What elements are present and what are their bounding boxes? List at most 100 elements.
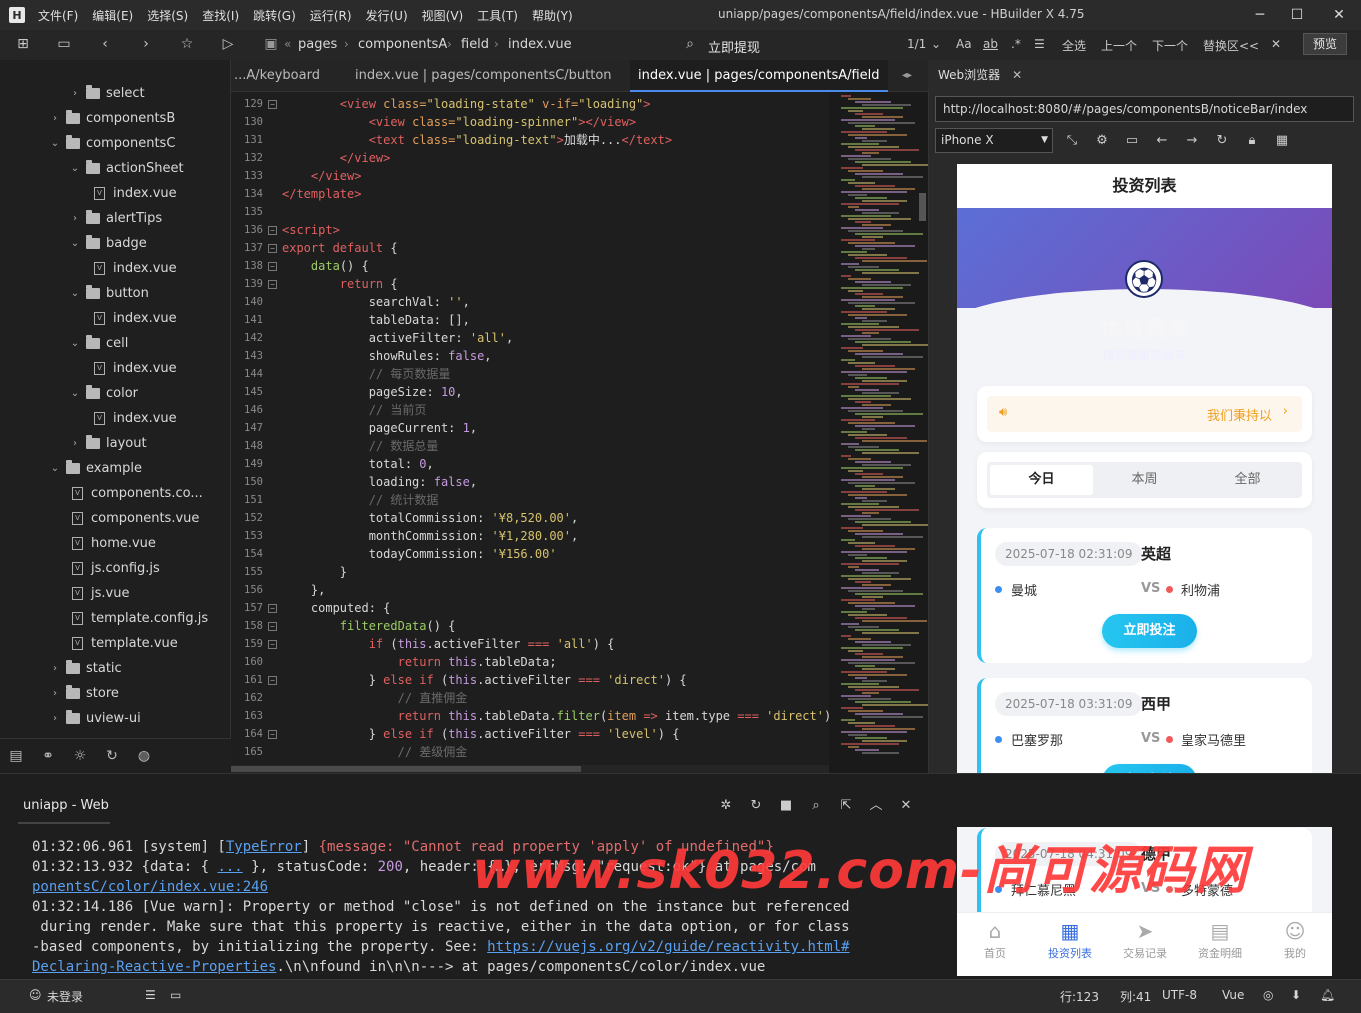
fold-icon[interactable]: − (268, 244, 277, 253)
search-icon[interactable]: ◎ (1263, 988, 1273, 1002)
tree-folder[interactable]: ⌄ actionSheet (68, 156, 184, 181)
editor-tab[interactable]: index.vue | pages/componentsC/button (347, 60, 620, 92)
star-icon[interactable]: ☆ (178, 35, 196, 53)
vertical-scrollbar-thumb[interactable] (919, 193, 926, 221)
tabbar-item[interactable]: ⌂ 首页 (965, 919, 1025, 961)
bug-icon[interactable]: ✲ (717, 797, 735, 815)
tree-folder[interactable]: ⌄ color (68, 381, 138, 406)
user-icon[interactable]: ☺ (29, 988, 42, 1002)
tree-file[interactable]: Vhome.vue (68, 531, 156, 556)
bell-icon[interactable]: 🔔︎ (1320, 988, 1335, 1002)
chevron-down-icon[interactable]: ⌄ (68, 238, 82, 249)
fold-icon[interactable]: − (268, 226, 277, 235)
breadcrumb-item[interactable]: componentsA (358, 37, 447, 52)
chevron-right-icon[interactable]: › (68, 88, 82, 99)
forward-icon[interactable]: → (1183, 132, 1201, 150)
chevron-down-icon[interactable]: ⌄ (68, 288, 82, 299)
tabbar-item[interactable]: ➤ 交易记录 (1115, 919, 1175, 961)
new-file-icon[interactable]: ⊞ (14, 35, 32, 53)
tabbar-item[interactable]: ▦ 投资列表 (1040, 919, 1100, 961)
rotate-icon[interactable]: ⤡ (1063, 132, 1081, 150)
tree-folder[interactable]: ⌄ button (68, 281, 149, 306)
breadcrumb-item[interactable]: pages (298, 37, 337, 52)
close-icon[interactable]: ✕ (1012, 68, 1022, 82)
chevron-right-icon[interactable]: › (68, 213, 82, 224)
language-mode[interactable]: Vue (1222, 988, 1244, 1002)
notice-bar[interactable]: 🔊︎ 我们秉持以 › (987, 396, 1302, 432)
debug-icon[interactable]: ☼ (71, 747, 89, 765)
chevron-right-icon[interactable]: › (68, 438, 82, 449)
search-panel-icon[interactable]: ⚭ (39, 747, 57, 765)
console-tab[interactable]: uniapp - Web (23, 798, 109, 813)
files-icon[interactable]: ▤ (7, 747, 25, 765)
chevron-down-icon[interactable]: ⌄ (68, 388, 82, 399)
encoding[interactable]: UTF-8 (1162, 988, 1197, 1002)
url-input[interactable]: http://localhost:8080/#/pages/components… (935, 96, 1354, 122)
chevron-down-icon[interactable]: ⌄ (931, 37, 941, 51)
restart-icon[interactable]: ↻ (747, 797, 765, 815)
tree-folder[interactable]: › static (48, 656, 122, 681)
tab-all[interactable]: 全部 (1196, 465, 1299, 495)
code-editor[interactable]: 129− <view class="loading-state" v-if="l… (231, 92, 829, 765)
cursor-column[interactable]: 列:41 (1120, 988, 1151, 1005)
match-case-toggle[interactable]: Aa (956, 37, 972, 51)
clear-icon[interactable]: ✕ (897, 797, 915, 815)
run-icon[interactable]: ▷ (219, 35, 237, 53)
device-select[interactable]: iPhone X ▼ (935, 128, 1053, 153)
menu-item[interactable]: 文件(F) (38, 7, 78, 24)
close-icon[interactable]: ✕ (1329, 5, 1349, 25)
tree-file[interactable]: Vcomponents.co... (68, 481, 203, 506)
cursor-line[interactable]: 行:123 (1060, 988, 1099, 1005)
menu-item[interactable]: 发行(U) (366, 7, 408, 24)
fold-icon[interactable]: − (268, 622, 277, 631)
tree-folder[interactable]: ⌄ componentsC (48, 131, 175, 156)
editor-tab[interactable]: ...A/keyboard (226, 60, 328, 92)
chevron-down-icon[interactable]: ⌄ (68, 338, 82, 349)
tree-folder[interactable]: › layout (68, 431, 147, 456)
filter-icon[interactable]: ⌕ (807, 797, 825, 815)
download-icon[interactable]: ⬇ (1291, 988, 1301, 1002)
breadcrumb-item[interactable]: index.vue (508, 37, 572, 52)
fold-icon[interactable]: − (268, 100, 277, 109)
tree-folder[interactable]: › store (48, 681, 119, 706)
console-link[interactable]: TypeError (226, 839, 302, 855)
plugin-icon[interactable]: ◍ (135, 747, 153, 765)
fold-icon[interactable]: − (268, 676, 277, 685)
settings-icon[interactable]: ⚙ (1093, 132, 1111, 150)
chevron-down-icon[interactable]: ⌄ (48, 463, 62, 474)
maximize-icon[interactable]: ☐ (1287, 5, 1307, 25)
regex-toggle[interactable]: .* (1011, 37, 1021, 51)
tree-file[interactable]: Vindex.vue (90, 256, 177, 281)
fold-icon[interactable]: − (268, 640, 277, 649)
replace-toggle-button[interactable]: 替换区<< (1203, 37, 1259, 54)
lock-icon[interactable]: 🔒︎ (1243, 132, 1261, 150)
console-link[interactable]: ... (217, 859, 242, 875)
back-icon[interactable]: ‹ (96, 35, 114, 53)
login-status[interactable]: 未登录 (47, 988, 83, 1005)
menu-item[interactable]: 选择(S) (147, 7, 188, 24)
tab-today[interactable]: 今日 (990, 465, 1093, 495)
tree-file[interactable]: Vindex.vue (90, 356, 177, 381)
tree-file[interactable]: Vjs.config.js (68, 556, 160, 581)
scrollbar-thumb[interactable] (231, 766, 581, 772)
back-icon[interactable]: ← (1153, 132, 1171, 150)
menu-item[interactable]: 视图(V) (422, 7, 464, 24)
tree-folder[interactable]: › alertTips (68, 206, 162, 231)
next-match-button[interactable]: 下一个 (1152, 37, 1188, 54)
tree-file[interactable]: Vcomponents.vue (68, 506, 199, 531)
fold-icon[interactable]: − (268, 262, 277, 271)
menu-item[interactable]: 工具(T) (477, 7, 518, 24)
editor-tab-active[interactable]: index.vue | pages/componentsA/field (630, 60, 888, 92)
select-all-button[interactable]: 全选 (1062, 37, 1086, 54)
tree-file[interactable]: Vindex.vue (90, 406, 177, 431)
preview-button[interactable]: 预览 (1303, 33, 1347, 55)
tabbar-item[interactable]: ☺ 我的 (1265, 919, 1325, 961)
chevron-down-icon[interactable]: ⌄ (48, 138, 62, 149)
tree-file[interactable]: Vtemplate.vue (68, 631, 178, 656)
menu-item[interactable]: 查找(I) (202, 7, 239, 24)
chevron-right-icon[interactable]: › (48, 713, 62, 724)
whole-word-toggle[interactable]: ab (983, 37, 998, 51)
terminal-icon[interactable]: ▭ (170, 988, 181, 1002)
tree-folder[interactable]: › select (68, 81, 145, 106)
chevron-right-icon[interactable]: › (48, 113, 62, 124)
